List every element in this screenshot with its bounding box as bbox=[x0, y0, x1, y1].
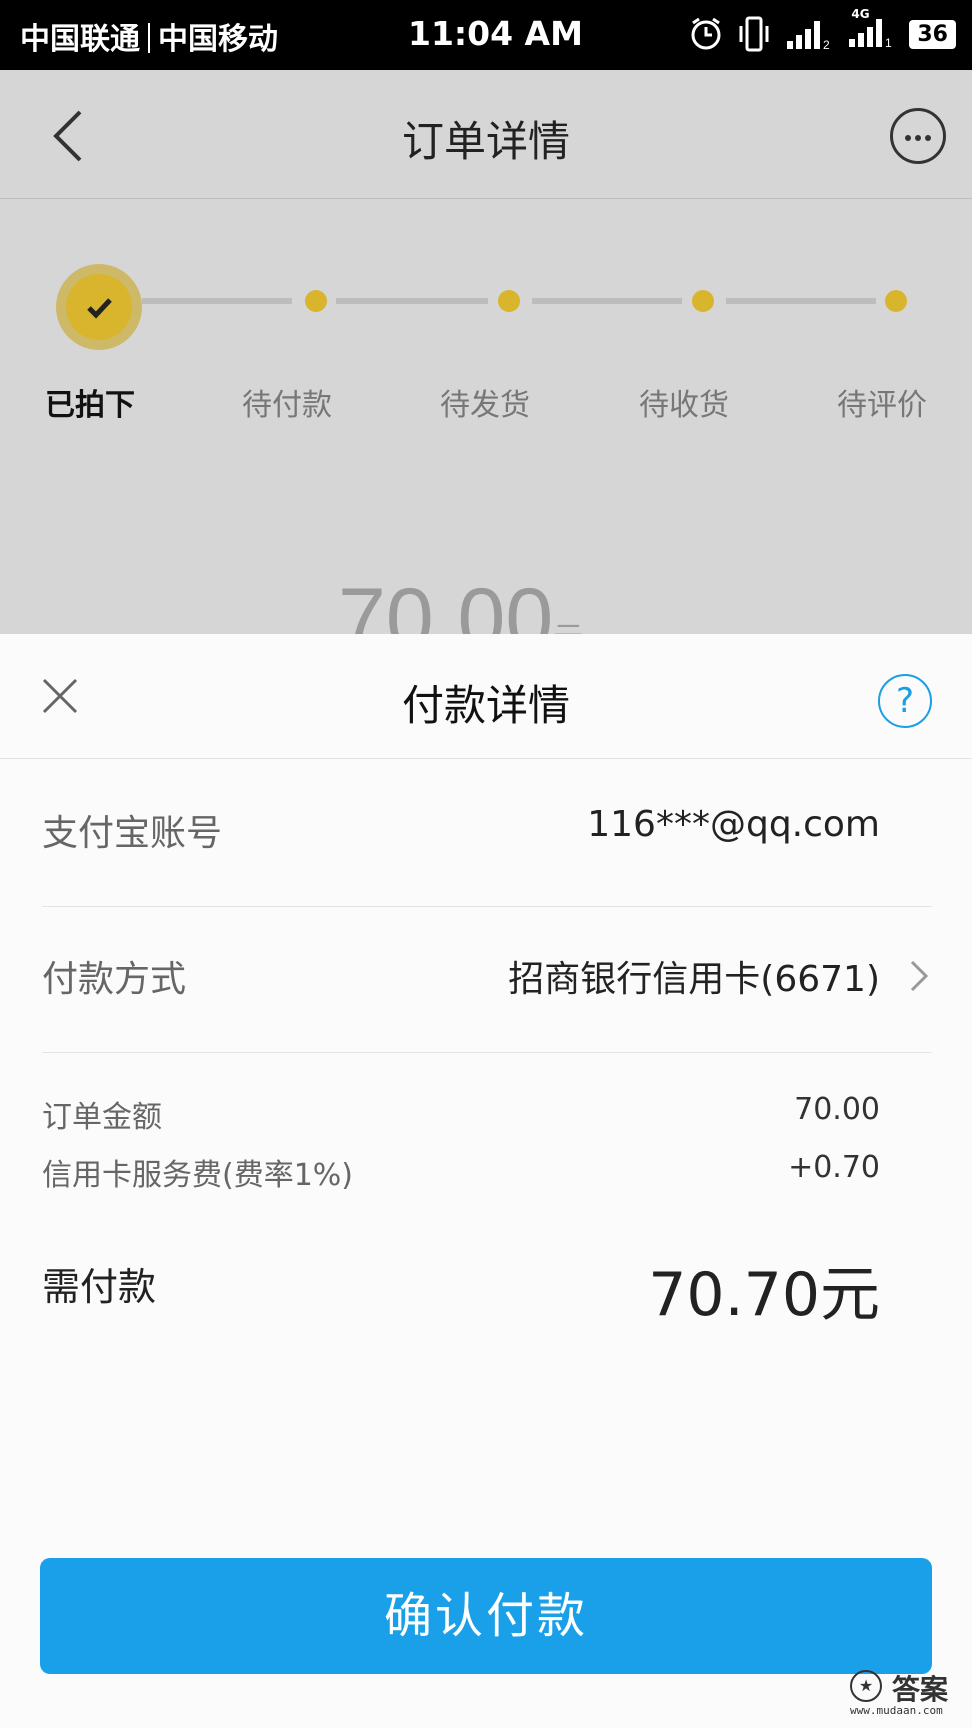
status-bar: 中国联通 中国移动 11:04 AM 2 1 4G 36 bbox=[0, 0, 972, 70]
carrier-1: 中国联通 bbox=[20, 22, 140, 57]
service-fee-label: 信用卡服务费(费率1%) bbox=[42, 1158, 354, 1193]
step-marker-done bbox=[56, 264, 142, 350]
payment-method-value: 招商银行信用卡(6671) bbox=[508, 959, 880, 1000]
total-due-label: 需付款 bbox=[42, 1265, 157, 1309]
total-due-row: 需付款 70.70元 bbox=[42, 1246, 932, 1330]
order-amount-label: 订单金额 bbox=[42, 1100, 162, 1135]
step-connector bbox=[532, 298, 682, 304]
step-marker bbox=[498, 290, 520, 312]
svg-text:2: 2 bbox=[823, 38, 830, 51]
check-icon bbox=[87, 298, 112, 319]
alipay-account-value: 116***@qq.com bbox=[587, 804, 880, 845]
step-connector bbox=[142, 298, 292, 304]
network-type: 1 4G bbox=[847, 7, 895, 53]
divider bbox=[42, 1052, 932, 1053]
carrier-labels: 中国联通 中国移动 bbox=[20, 14, 278, 58]
signal-icon-sim2: 2 bbox=[787, 21, 830, 51]
page-title: 订单详情 bbox=[401, 117, 570, 166]
alipay-account-row: 支付宝账号 116***@qq.com bbox=[42, 804, 932, 884]
step-label-placed: 已拍下 bbox=[45, 388, 135, 423]
payment-method-row[interactable]: 付款方式 招商银行信用卡(6671) bbox=[42, 950, 932, 1030]
sheet-header: 付款详情 ? bbox=[0, 634, 972, 759]
step-marker bbox=[885, 290, 907, 312]
step-marker bbox=[692, 290, 714, 312]
watermark-url: www.mudaan.com bbox=[850, 1704, 943, 1717]
step-connector bbox=[336, 298, 488, 304]
carrier-separator bbox=[148, 23, 150, 53]
carrier-2: 中国移动 bbox=[158, 22, 278, 57]
watermark-text: 答案 bbox=[892, 1673, 949, 1706]
order-amount-value: 70.00 bbox=[794, 1092, 880, 1127]
divider bbox=[42, 906, 932, 907]
step-connector bbox=[726, 298, 876, 304]
vibrate-icon bbox=[739, 16, 769, 52]
site-watermark: ★ 答案 www.mudaan.com bbox=[848, 1668, 958, 1718]
confirm-payment-button[interactable]: 确认付款 bbox=[40, 1558, 932, 1674]
nav-bar: 订单详情 bbox=[0, 70, 972, 199]
step-label-pending-receipt: 待收货 bbox=[639, 388, 729, 423]
help-icon[interactable]: ? bbox=[878, 674, 932, 728]
sheet-title: 付款详情 bbox=[401, 681, 570, 730]
more-icon[interactable] bbox=[890, 108, 946, 164]
status-time: 11:04 AM bbox=[408, 14, 583, 53]
order-progress-steps: 已拍下 待付款 待发货 待收货 待评价 bbox=[0, 250, 972, 423]
payment-method-label: 付款方式 bbox=[42, 959, 187, 1000]
step-label-pending-payment: 待付款 bbox=[242, 388, 332, 423]
svg-text:1: 1 bbox=[885, 36, 892, 49]
alarm-icon bbox=[691, 17, 721, 50]
service-fee-value: +0.70 bbox=[788, 1150, 880, 1185]
network-label: 4G bbox=[851, 7, 870, 21]
step-marker bbox=[305, 290, 327, 312]
watermark-logo-icon: ★ bbox=[850, 1670, 882, 1702]
chevron-right-icon bbox=[910, 960, 929, 992]
total-due-value: 70.70元 bbox=[648, 1260, 880, 1330]
alipay-account-label: 支付宝账号 bbox=[42, 813, 223, 854]
battery-indicator: 36 bbox=[909, 19, 956, 49]
order-amount-row: 订单金额 70.00 bbox=[42, 1092, 932, 1142]
service-fee-row: 信用卡服务费(费率1%) +0.70 bbox=[42, 1150, 932, 1200]
status-icons: 2 1 4G 36 bbox=[689, 7, 956, 54]
step-label-pending-shipment: 待发货 bbox=[440, 388, 530, 423]
step-label-pending-review: 待评价 bbox=[837, 388, 927, 423]
